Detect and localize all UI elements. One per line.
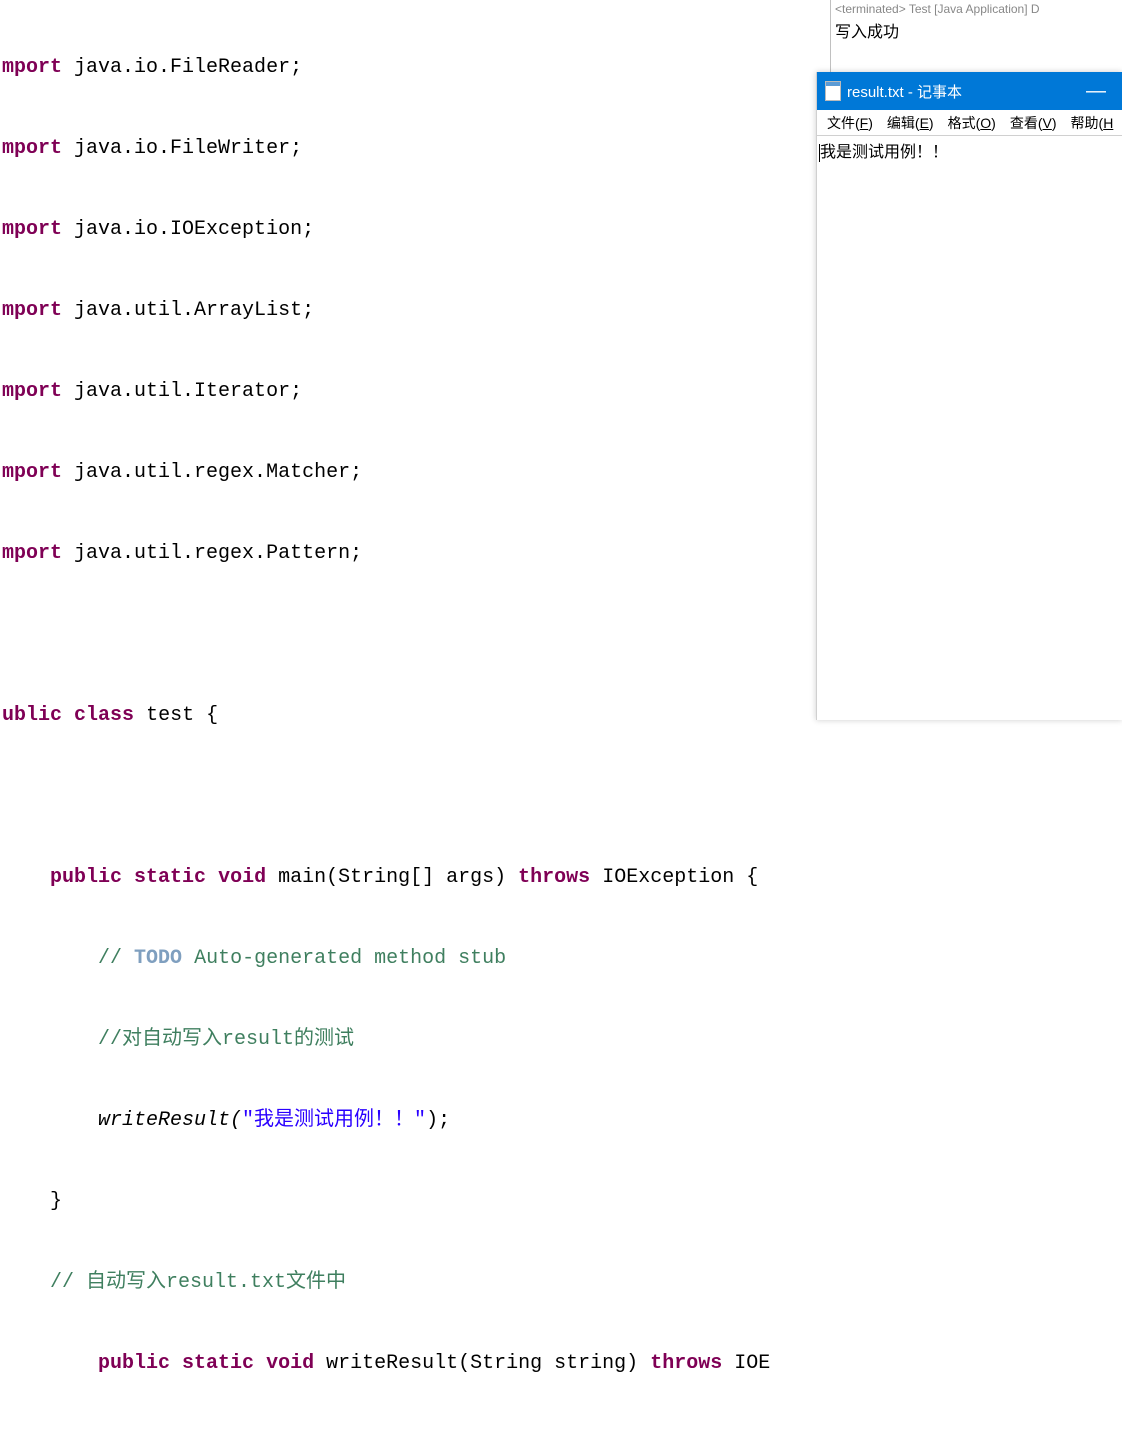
brace-line: } (0, 1188, 830, 1215)
import-line: mport java.io.IOException; (0, 216, 830, 243)
console-panel: <terminated> Test [Java Application] D 写… (830, 0, 1122, 72)
notepad-title: result.txt - 记事本 (847, 81, 962, 102)
notepad-menubar: 文件(F) 编辑(E) 格式(O) 查看(V) 帮助(H (817, 110, 1122, 136)
console-header: <terminated> Test [Java Application] D (835, 2, 1118, 16)
notepad-icon (825, 81, 841, 101)
minimize-button[interactable]: — (1078, 80, 1114, 103)
blank-line (0, 621, 830, 648)
blank-line (0, 783, 830, 810)
menu-format[interactable]: 格式(O) (942, 111, 1002, 135)
menu-help[interactable]: 帮助(H (1065, 111, 1120, 135)
main-method-line: public static void main(String[] args) t… (0, 864, 830, 891)
menu-file[interactable]: 文件(F) (821, 111, 879, 135)
console-output: 写入成功 (835, 18, 1118, 42)
class-decl-line: ublic class test { (0, 702, 830, 729)
menu-edit[interactable]: 编辑(E) (881, 111, 940, 135)
import-line: mport java.io.FileReader; (0, 54, 830, 81)
import-line: mport java.util.ArrayList; (0, 297, 830, 324)
notepad-titlebar[interactable]: result.txt - 记事本 — (817, 72, 1122, 110)
code-editor[interactable]: mport java.io.FileReader; mport java.io.… (0, 0, 830, 720)
notepad-window[interactable]: result.txt - 记事本 — 文件(F) 编辑(E) 格式(O) 查看(… (816, 72, 1122, 720)
import-line: mport java.io.FileWriter; (0, 135, 830, 162)
blank-line (0, 1431, 830, 1440)
import-line: mport java.util.Iterator; (0, 378, 830, 405)
menu-view[interactable]: 查看(V) (1004, 111, 1063, 135)
method-decl-line: public static void writeResult(String st… (0, 1350, 830, 1377)
todo-comment-line: // TODO Auto-generated method stub (0, 945, 830, 972)
comment-line: // 自动写入result.txt文件中 (0, 1269, 830, 1296)
notepad-content[interactable]: 我是测试用例！！ (817, 136, 1122, 164)
call-line: writeResult("我是测试用例！！"); (0, 1107, 830, 1134)
comment-line: //对自动写入result的测试 (0, 1026, 830, 1053)
import-line: mport java.util.regex.Matcher; (0, 459, 830, 486)
import-line: mport java.util.regex.Pattern; (0, 540, 830, 567)
